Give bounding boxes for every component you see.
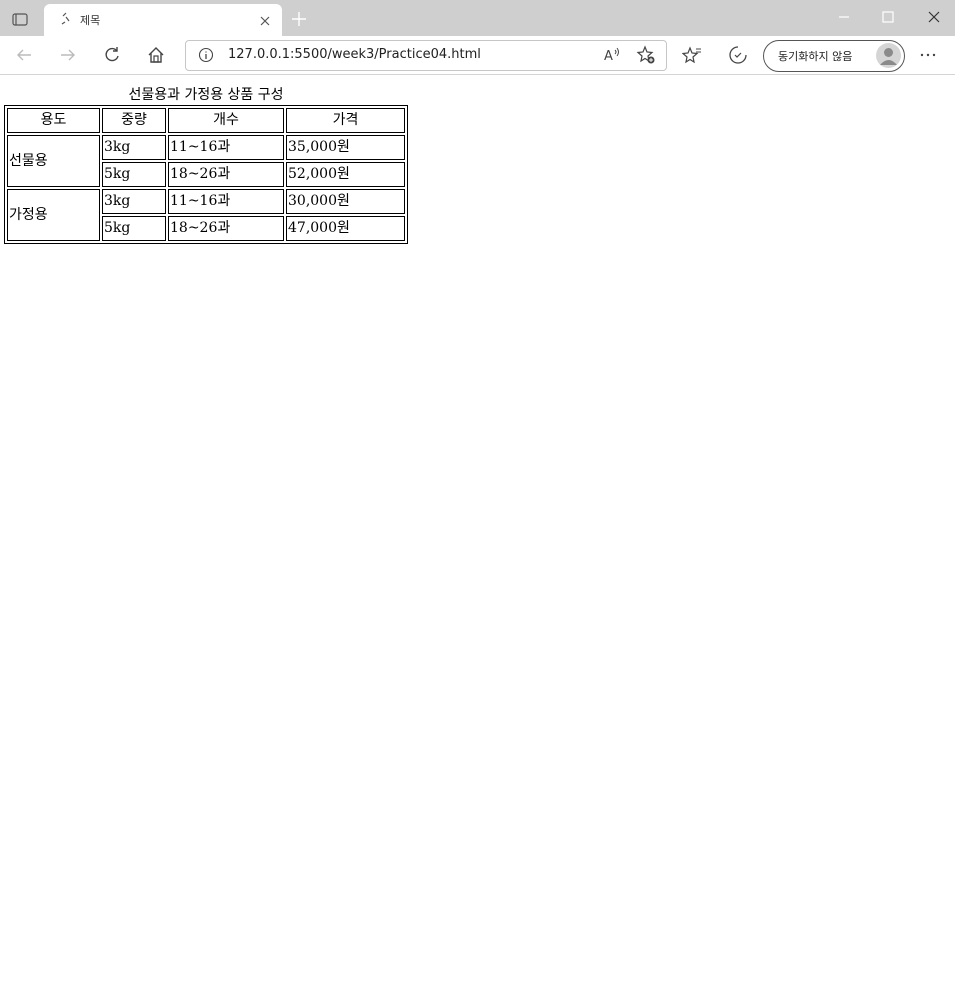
table-row: 가정용 3kg 11~16과 30,000원 bbox=[7, 189, 405, 241]
minimize-icon[interactable] bbox=[835, 8, 853, 26]
browser-toolbar: 127.0.0.1:5500/week3/Practice04.html A 동… bbox=[0, 36, 955, 75]
avatar bbox=[876, 43, 901, 68]
home-icon[interactable] bbox=[146, 45, 166, 65]
forward-arrow-icon[interactable] bbox=[58, 45, 78, 65]
count-cell: 11~16과 bbox=[168, 189, 284, 214]
browser-essentials-icon[interactable] bbox=[728, 45, 748, 65]
site-info-icon[interactable] bbox=[198, 47, 214, 63]
table-row: 선물용 3kg 11~16과 35,000원 bbox=[7, 135, 405, 187]
tab-active[interactable]: 제목 bbox=[44, 4, 282, 36]
address-bar[interactable]: 127.0.0.1:5500/week3/Practice04.html A bbox=[185, 40, 667, 71]
url-text[interactable]: 127.0.0.1:5500/week3/Practice04.html bbox=[228, 47, 481, 62]
count-cell: 11~16과 bbox=[168, 135, 284, 160]
read-aloud-icon[interactable]: A bbox=[602, 45, 622, 65]
refresh-icon[interactable] bbox=[102, 45, 122, 65]
page-favicon-icon bbox=[58, 12, 74, 28]
table-header-row: 용도 중량 개수 가격 bbox=[7, 108, 405, 133]
weight-cell: 3kg bbox=[102, 135, 166, 160]
new-tab-icon[interactable] bbox=[290, 10, 308, 28]
page-content: 선물용과 가정용 상품 구성 용도 중량 개수 가격 선물용 3kg 11~16… bbox=[0, 75, 955, 982]
profile-sync-label: 동기화하지 않음 bbox=[778, 50, 853, 63]
back-arrow-icon[interactable] bbox=[14, 45, 34, 65]
price-cell: 30,000원 bbox=[286, 189, 405, 214]
header-use: 용도 bbox=[7, 108, 100, 133]
svg-text:A: A bbox=[604, 49, 613, 64]
product-table: 선물용과 가정용 상품 구성 용도 중량 개수 가격 선물용 3kg 11~16… bbox=[4, 84, 408, 244]
use-cell-home: 가정용 bbox=[7, 189, 100, 241]
tab-bar: 제목 bbox=[0, 0, 955, 36]
header-weight: 중량 bbox=[102, 108, 166, 133]
table-caption: 선물용과 가정용 상품 구성 bbox=[128, 87, 284, 103]
header-price: 가격 bbox=[286, 108, 405, 133]
count-cell: 18~26과 bbox=[168, 162, 284, 187]
tab-title: 제목 bbox=[80, 14, 101, 27]
add-favorite-icon[interactable] bbox=[636, 45, 656, 65]
count-cell: 18~26과 bbox=[168, 216, 284, 241]
close-tab-icon[interactable] bbox=[258, 13, 272, 27]
price-cell: 35,000원 bbox=[286, 135, 405, 160]
maximize-icon[interactable] bbox=[879, 8, 897, 26]
favorites-icon[interactable] bbox=[681, 45, 702, 65]
price-cell: 52,000원 bbox=[286, 162, 405, 187]
profile-button[interactable]: 동기화하지 않음 bbox=[763, 40, 905, 72]
more-options-icon[interactable] bbox=[918, 45, 938, 65]
close-window-icon[interactable] bbox=[925, 8, 943, 26]
weight-cell: 5kg bbox=[102, 162, 166, 187]
price-cell: 47,000원 bbox=[286, 216, 405, 241]
weight-cell: 5kg bbox=[102, 216, 166, 241]
use-cell-gift: 선물용 bbox=[7, 135, 100, 187]
tab-actions-icon[interactable] bbox=[6, 8, 34, 30]
header-count: 개수 bbox=[168, 108, 284, 133]
weight-cell: 3kg bbox=[102, 189, 166, 214]
